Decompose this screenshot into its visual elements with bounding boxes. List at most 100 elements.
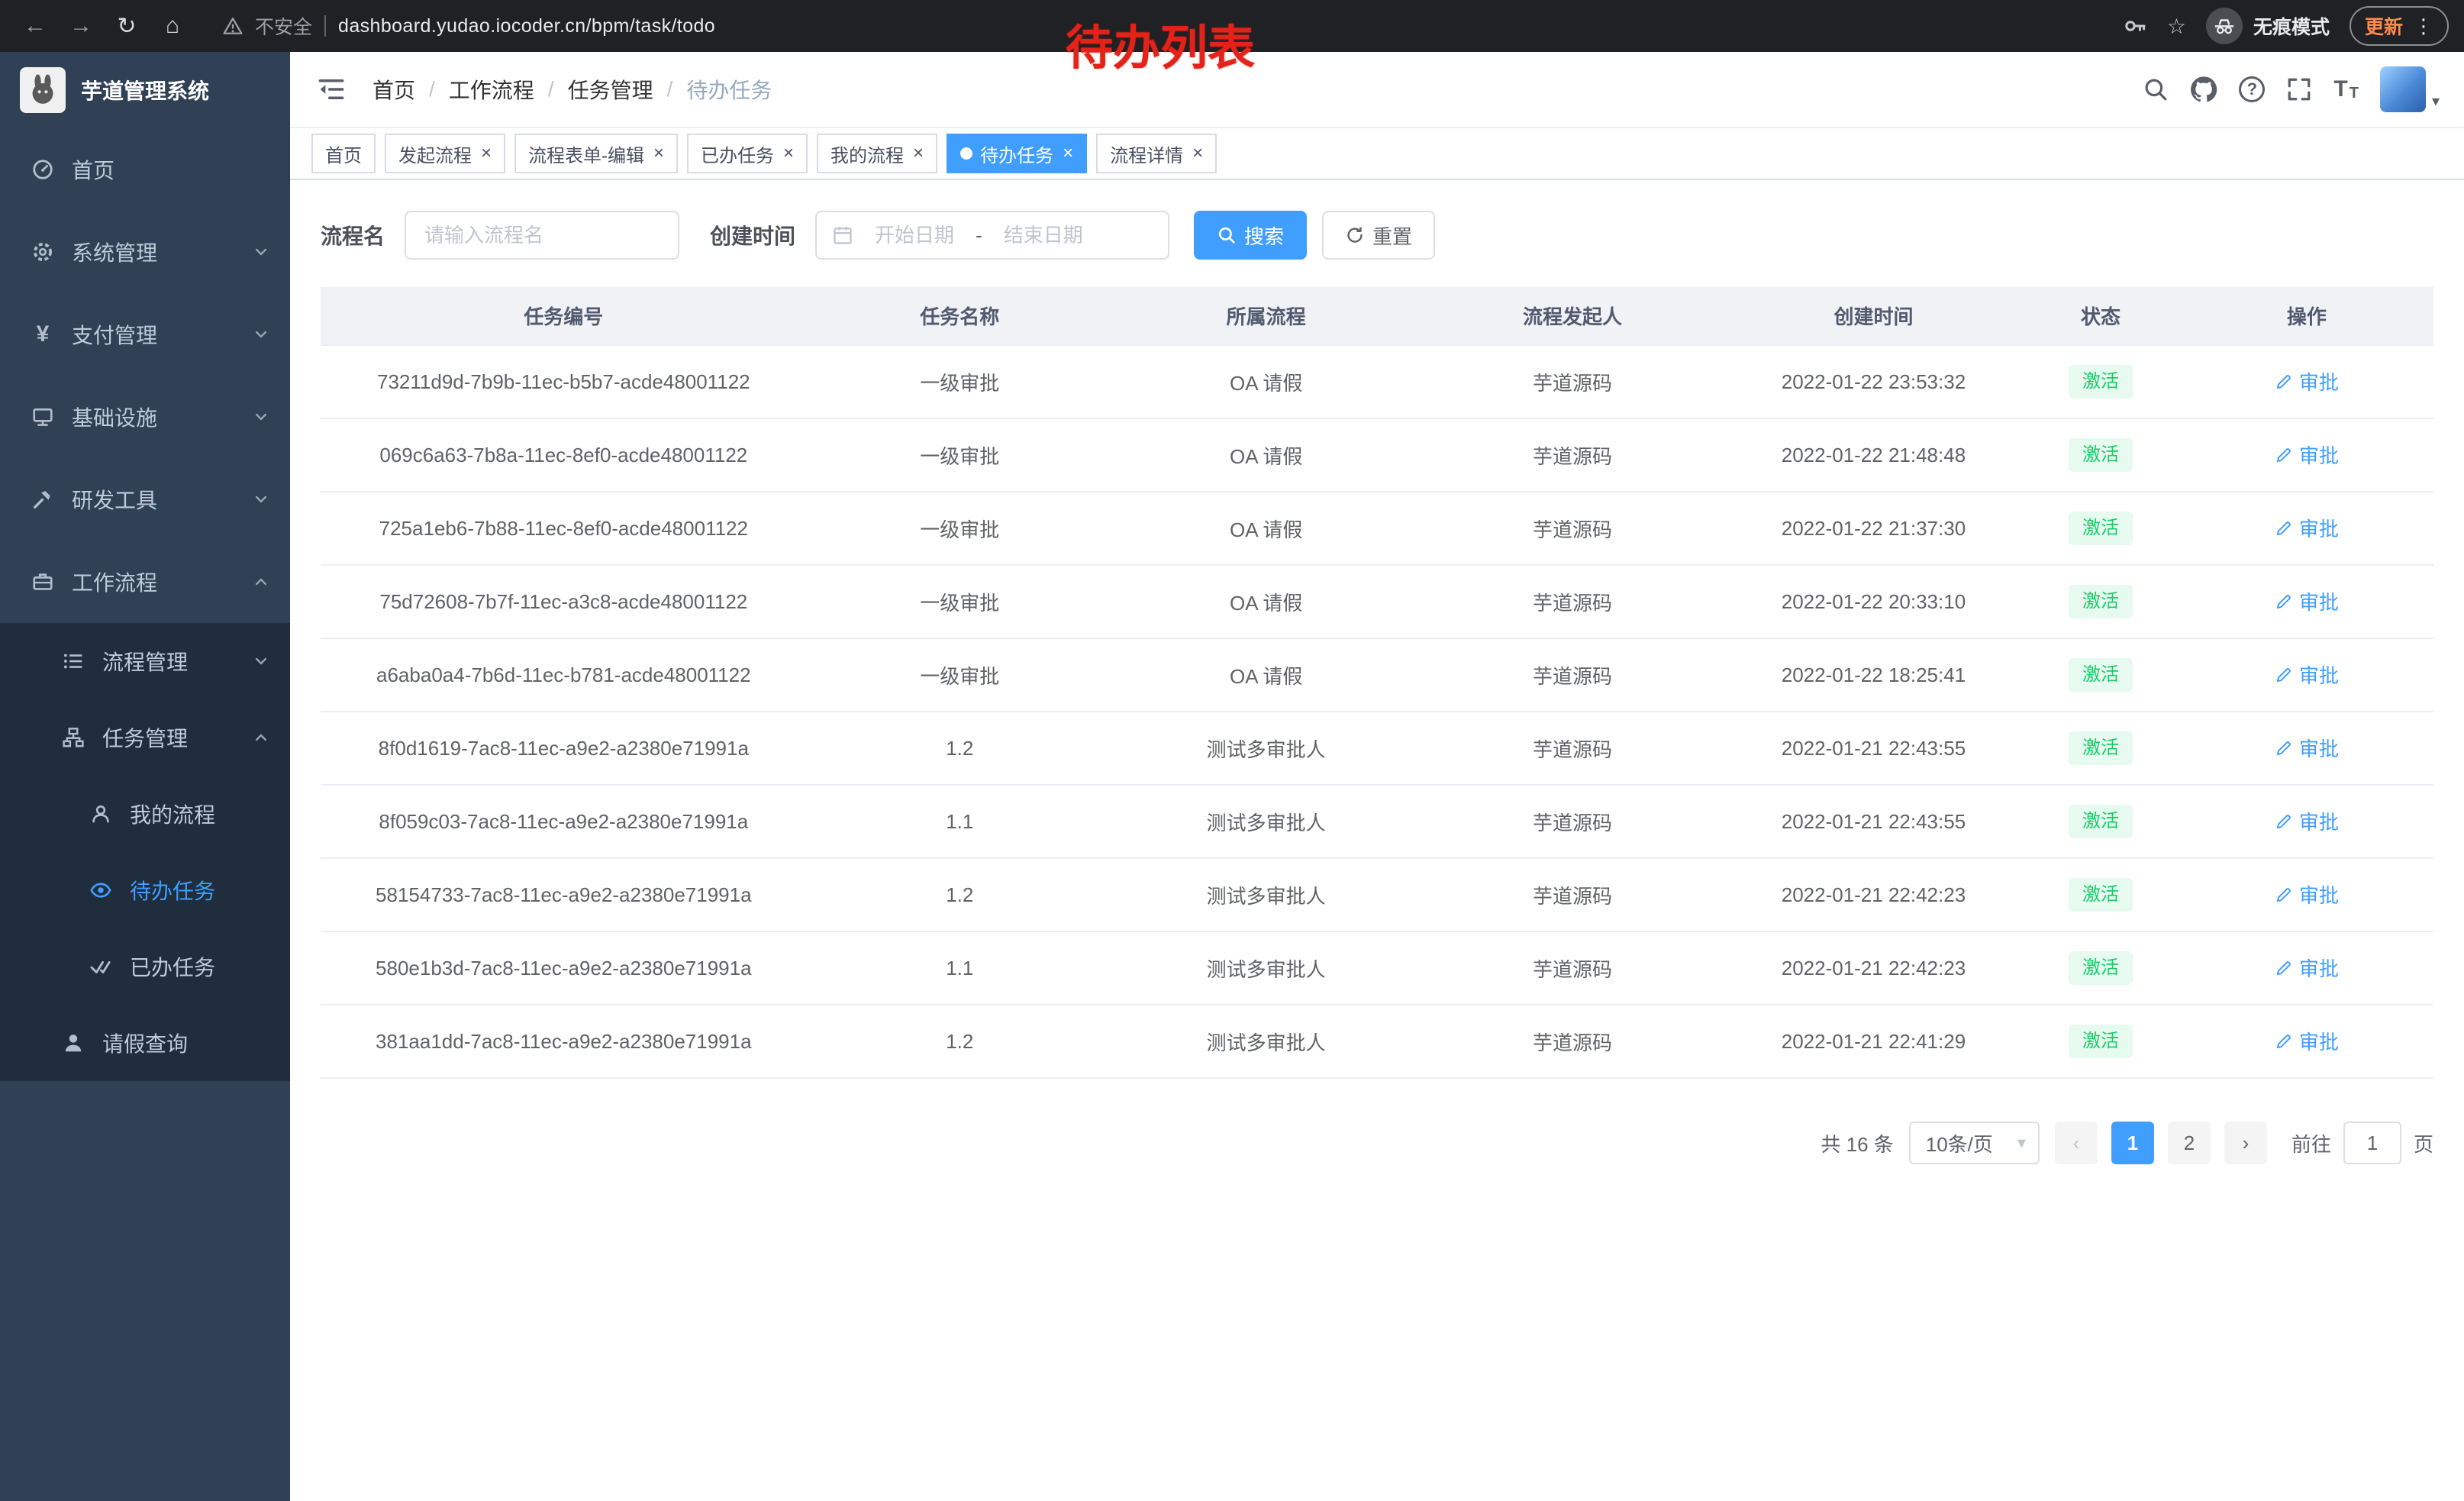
cell-task-name: 1.1: [807, 785, 1113, 858]
approve-link[interactable]: 审批: [2275, 514, 2339, 542]
help-icon[interactable]: ?: [2239, 76, 2265, 102]
sidebar-item-workflow[interactable]: 工作流程: [0, 541, 290, 623]
browser-update-chip[interactable]: 更新 ⋮: [2350, 6, 2449, 46]
sidebar-item-infrastructure[interactable]: 基础设施: [0, 376, 290, 458]
page-button-2[interactable]: 2: [2168, 1122, 2211, 1164]
sidebar-item-process-management[interactable]: 流程管理: [0, 623, 290, 699]
security-label: 不安全: [255, 12, 312, 40]
github-icon[interactable]: [2190, 76, 2217, 103]
process-name-input[interactable]: [405, 211, 679, 260]
cell-task-id: a6aba0a4-7b6d-11ec-b781-acde48001122: [321, 638, 807, 712]
column-header-actions: 操作: [2180, 287, 2433, 345]
breadcrumb-item-workflow[interactable]: 工作流程: [449, 74, 534, 105]
start-date-input[interactable]: [859, 222, 969, 249]
table-row: 069c6a63-7b8a-11ec-8ef0-acde48001122 一级审…: [321, 418, 2433, 492]
end-date-input[interactable]: [989, 222, 1098, 249]
search-button[interactable]: 搜索: [1194, 211, 1307, 260]
fullscreen-icon[interactable]: [2286, 76, 2312, 102]
font-size-icon[interactable]: TT: [2333, 78, 2359, 101]
chevron-up-icon: [253, 730, 269, 745]
approve-link[interactable]: 审批: [2275, 441, 2339, 469]
close-icon[interactable]: ×: [653, 144, 664, 163]
approve-link[interactable]: 审批: [2275, 367, 2339, 395]
sidebar: 芋道管理系统 首页 系统管理 ¥: [0, 52, 290, 1501]
key-icon[interactable]: [2123, 14, 2147, 38]
approve-link[interactable]: 审批: [2275, 734, 2339, 762]
cell-action: 审批: [2180, 712, 2433, 785]
tab-done-tasks[interactable]: 已办任务 ×: [687, 134, 808, 173]
tab-home[interactable]: 首页: [311, 134, 376, 173]
reset-button[interactable]: 重置: [1322, 211, 1435, 260]
sidebar-item-done-tasks[interactable]: 已办任务: [0, 928, 290, 1005]
sidebar-item-task-management[interactable]: 任务管理: [0, 699, 290, 776]
browser-menu-icon[interactable]: ⋮: [2414, 15, 2433, 38]
sidebar-item-home[interactable]: 首页: [0, 128, 290, 211]
sidebar-item-my-process[interactable]: 我的流程: [0, 776, 290, 852]
sidebar-toggle-button[interactable]: [314, 73, 348, 106]
approve-link[interactable]: 审批: [2275, 1027, 2339, 1055]
close-icon[interactable]: ×: [481, 144, 492, 163]
incognito-chip[interactable]: 无痕模式: [2206, 8, 2330, 44]
cell-action: 审批: [2180, 858, 2433, 931]
cell-task-id: 75d72608-7b7f-11ec-a3c8-acde48001122: [321, 565, 807, 638]
tab-label: 已办任务: [701, 140, 774, 167]
date-range-picker[interactable]: -: [815, 211, 1169, 260]
page-button-1[interactable]: 1: [2111, 1122, 2154, 1164]
status-badge: 激活: [2069, 365, 2133, 398]
approve-link[interactable]: 审批: [2275, 807, 2339, 835]
cell-task-id: 8f0d1619-7ac8-11ec-a9e2-a2380e71991a: [321, 712, 807, 785]
approve-link[interactable]: 审批: [2275, 880, 2339, 909]
bookmark-star-icon[interactable]: ☆: [2167, 14, 2186, 39]
tab-my-process[interactable]: 我的流程 ×: [817, 134, 937, 173]
goto-label: 前往: [2291, 1129, 2331, 1157]
browser-forward-button[interactable]: →: [61, 6, 101, 46]
breadcrumb-separator: /: [548, 77, 554, 102]
approve-link[interactable]: 审批: [2275, 660, 2339, 689]
page-size-select[interactable]: 10条/页 ▾: [1909, 1122, 2040, 1164]
tab-process-detail[interactable]: 流程详情 ×: [1096, 134, 1217, 173]
sidebar-item-system[interactable]: 系统管理: [0, 211, 290, 293]
browser-toolbar-right: ☆ 无痕模式 更新 ⋮: [2123, 6, 2449, 46]
tab-todo-tasks[interactable]: 待办任务 ×: [947, 134, 1087, 173]
browser-back-button[interactable]: ←: [15, 6, 55, 46]
approve-link-label: 审批: [2299, 587, 2339, 615]
address-bar[interactable]: 不安全 dashboard.yudao.iocoder.cn/bpm/task/…: [223, 12, 715, 40]
browser-reload-button[interactable]: ↻: [107, 6, 147, 46]
sidebar-item-todo-tasks[interactable]: 待办任务: [0, 852, 290, 928]
cell-initiator: 芋道源码: [1419, 712, 1725, 785]
sidebar-item-payment[interactable]: ¥ 支付管理: [0, 293, 290, 376]
breadcrumb-item-task-management[interactable]: 任务管理: [568, 74, 653, 105]
cell-task-name: 1.1: [807, 931, 1113, 1005]
cell-task-name: 一级审批: [807, 638, 1113, 712]
tab-label: 待办任务: [980, 140, 1053, 167]
tab-label: 流程表单-编辑: [528, 140, 644, 167]
close-icon[interactable]: ×: [1192, 144, 1203, 163]
sidebar-item-leave-query[interactable]: 请假查询: [0, 1005, 290, 1081]
cell-initiator: 芋道源码: [1419, 858, 1725, 931]
cell-task-name: 1.2: [807, 712, 1113, 785]
tab-start-process[interactable]: 发起流程 ×: [385, 134, 505, 173]
active-tab-dot-icon: [960, 147, 972, 160]
update-label: 更新: [2365, 12, 2403, 40]
sidebar-item-dev-tools[interactable]: 研发工具: [0, 458, 290, 541]
breadcrumb-item-home[interactable]: 首页: [373, 74, 415, 105]
prev-page-button[interactable]: ‹: [2055, 1122, 2098, 1164]
pagination: 共 16 条 10条/页 ▾ ‹ 1 2 › 前往 页: [321, 1122, 2433, 1164]
close-icon[interactable]: ×: [783, 144, 794, 163]
user-menu[interactable]: ▾: [2380, 66, 2440, 112]
approve-link[interactable]: 审批: [2275, 954, 2339, 982]
close-icon[interactable]: ×: [913, 144, 924, 163]
tab-form-edit[interactable]: 流程表单-编辑 ×: [514, 134, 678, 173]
chevron-down-icon: [253, 409, 269, 424]
close-icon[interactable]: ×: [1063, 144, 1073, 163]
goto-page-input[interactable]: [2343, 1122, 2401, 1164]
app-logo-row[interactable]: 芋道管理系统: [0, 52, 290, 128]
search-icon[interactable]: [2143, 76, 2169, 102]
approve-link-label: 审批: [2299, 660, 2339, 689]
avatar: [2380, 66, 2426, 112]
navbar-actions: ? TT ▾: [2143, 66, 2440, 112]
cell-initiator: 芋道源码: [1419, 345, 1725, 418]
next-page-button[interactable]: ›: [2224, 1122, 2267, 1164]
browser-home-button[interactable]: ⌂: [153, 6, 192, 46]
approve-link[interactable]: 审批: [2275, 587, 2339, 615]
